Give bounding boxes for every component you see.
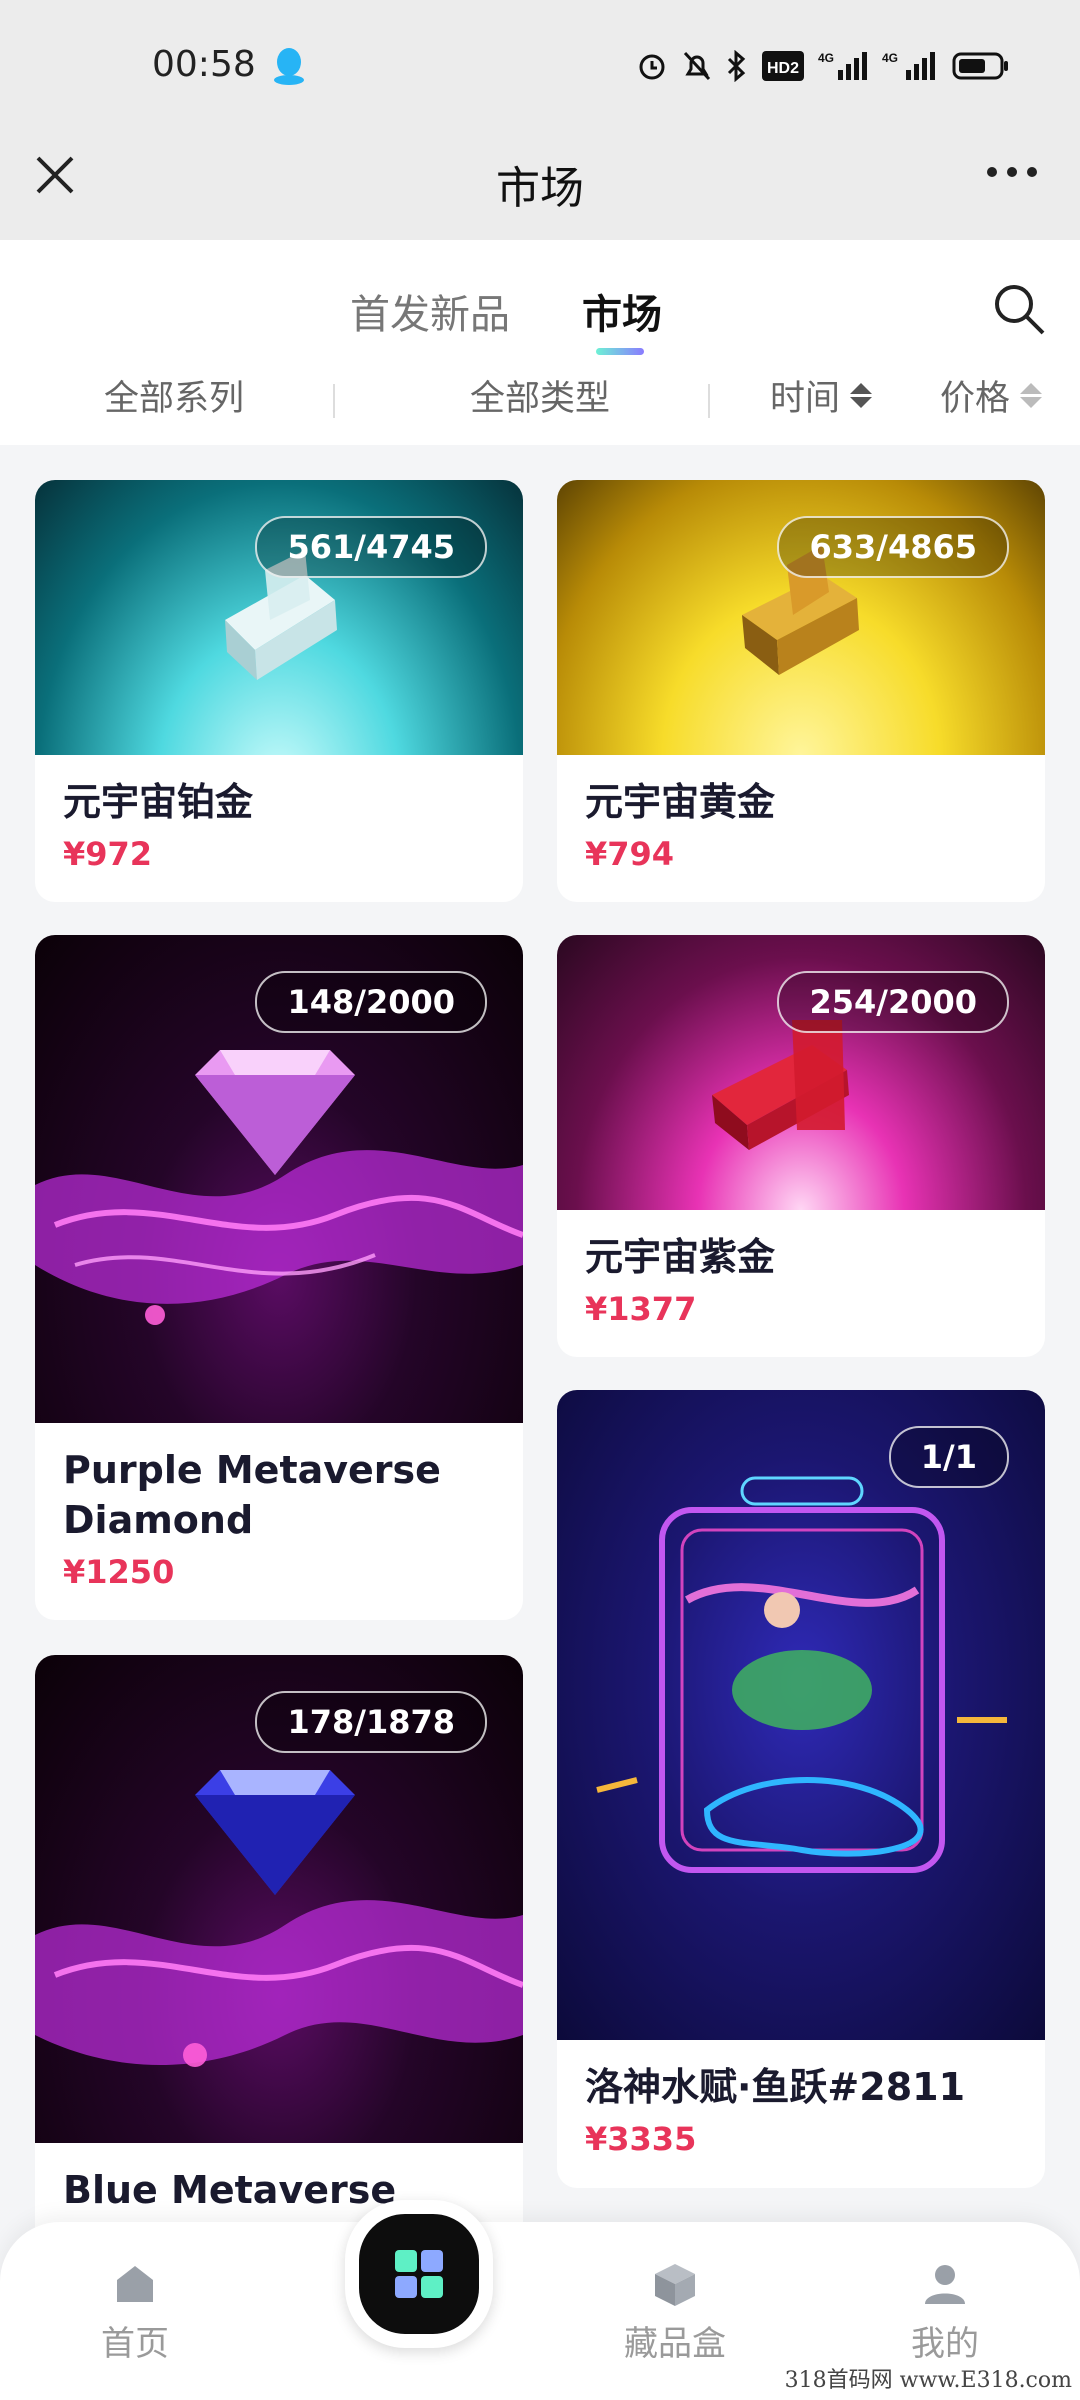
hd-icon: HD2 — [762, 51, 804, 81]
product-name: 元宇宙紫金 — [585, 1235, 776, 1279]
product-image: 1/1 — [557, 1390, 1045, 2040]
edition-badge: 1/1 — [888, 1426, 1009, 1488]
cube-icon — [655, 2264, 695, 2306]
filter-series[interactable]: 全部系列 — [104, 370, 244, 421]
svg-text:4G: 4G — [818, 51, 834, 65]
tab-new-release[interactable]: 首发新品 — [350, 282, 510, 340]
product-price: ¥972 — [63, 835, 153, 873]
sort-arrows-icon — [1020, 383, 1043, 408]
nav-home-label: 首页 — [101, 2324, 169, 2364]
product-name: 洛神水赋·鱼跃#2811 — [585, 2065, 966, 2109]
product-price: ¥794 — [585, 835, 675, 873]
edition-badge: 633/4865 — [777, 516, 1009, 578]
center-menu-button[interactable] — [345, 2200, 493, 2348]
tab-market[interactable]: 市场 — [582, 282, 662, 340]
battery-icon — [952, 52, 1008, 80]
product-card[interactable]: 1/1 洛神水赋·鱼跃#2811 ¥3335 — [557, 1390, 1045, 2188]
nav-me-label: 我的 — [911, 2324, 979, 2364]
svg-text:HD2: HD2 — [767, 60, 799, 77]
status-time: 00:58 — [152, 44, 256, 85]
product-card[interactable]: 148/2000 Purple Metaverse Diamond ¥1250 — [35, 935, 523, 1620]
signal-2-icon: 4G — [882, 51, 935, 80]
divider — [708, 384, 710, 418]
grid-icon — [395, 2250, 443, 2298]
search-icon[interactable] — [990, 280, 1048, 338]
product-price: ¥1250 — [63, 1553, 175, 1591]
product-image: 633/4865 — [557, 480, 1045, 755]
divider — [333, 384, 335, 418]
filter-time-label: 时间 — [770, 379, 841, 419]
edition-badge: 561/4745 — [255, 516, 487, 578]
product-image: 561/4745 — [35, 480, 523, 755]
nav-home[interactable]: 首页 — [60, 2260, 210, 2365]
page-title: 市场 — [496, 163, 584, 214]
product-price: ¥3335 — [585, 2120, 697, 2158]
product-price: ¥1377 — [585, 1290, 697, 1328]
title-bar: 市场 — [0, 100, 1080, 240]
edition-badge: 178/1878 — [255, 1691, 487, 1753]
mute-bell-icon — [683, 51, 711, 81]
filter-price-label: 价格 — [940, 379, 1011, 419]
user-icon — [925, 2265, 965, 2304]
qq-icon — [274, 48, 304, 85]
status-icons: HD2 4G 4G — [636, 50, 1010, 82]
filter-price[interactable]: 价格 — [940, 370, 1043, 421]
filter-time[interactable]: 时间 — [770, 370, 873, 421]
product-card[interactable]: 633/4865 元宇宙黄金 ¥794 — [557, 480, 1045, 902]
product-card[interactable]: 561/4745 元宇宙铂金 ¥972 — [35, 480, 523, 902]
nav-profile[interactable]: 我的 — [870, 2260, 1020, 2365]
tabs-area: 首发新品 市场 全部系列 全部类型 时间 价格 — [0, 240, 1080, 445]
edition-badge: 254/2000 — [777, 971, 1009, 1033]
product-card[interactable]: 254/2000 元宇宙紫金 ¥1377 — [557, 935, 1045, 1357]
signal-1-icon: 4G — [818, 51, 867, 80]
filter-type[interactable]: 全部类型 — [470, 370, 610, 421]
product-name: Purple Metaverse Diamond — [63, 1448, 441, 1542]
product-card[interactable]: 178/1878 Blue Metaverse — [35, 1655, 523, 2275]
product-image: 148/2000 — [35, 935, 523, 1423]
bluetooth-icon — [727, 50, 746, 82]
nav-collection-box[interactable]: 藏品盒 — [600, 2260, 750, 2365]
product-name: 元宇宙黄金 — [585, 780, 776, 824]
edition-badge: 148/2000 — [255, 971, 487, 1033]
product-image: 254/2000 — [557, 935, 1045, 1210]
product-name: 元宇宙铂金 — [63, 780, 254, 824]
home-icon — [117, 2266, 153, 2302]
more-options-icon[interactable] — [984, 162, 1040, 182]
svg-text:4G: 4G — [882, 51, 898, 65]
filter-bar: 全部系列 全部类型 时间 价格 — [0, 370, 1080, 430]
alarm-icon — [639, 54, 665, 80]
product-image: 178/1878 — [35, 1655, 523, 2143]
nav-box-label: 藏品盒 — [624, 2324, 726, 2364]
watermark: 318首码网 www.E318.com — [784, 2368, 1072, 2393]
sort-arrows-icon — [850, 383, 873, 408]
active-tab-indicator — [596, 348, 644, 355]
